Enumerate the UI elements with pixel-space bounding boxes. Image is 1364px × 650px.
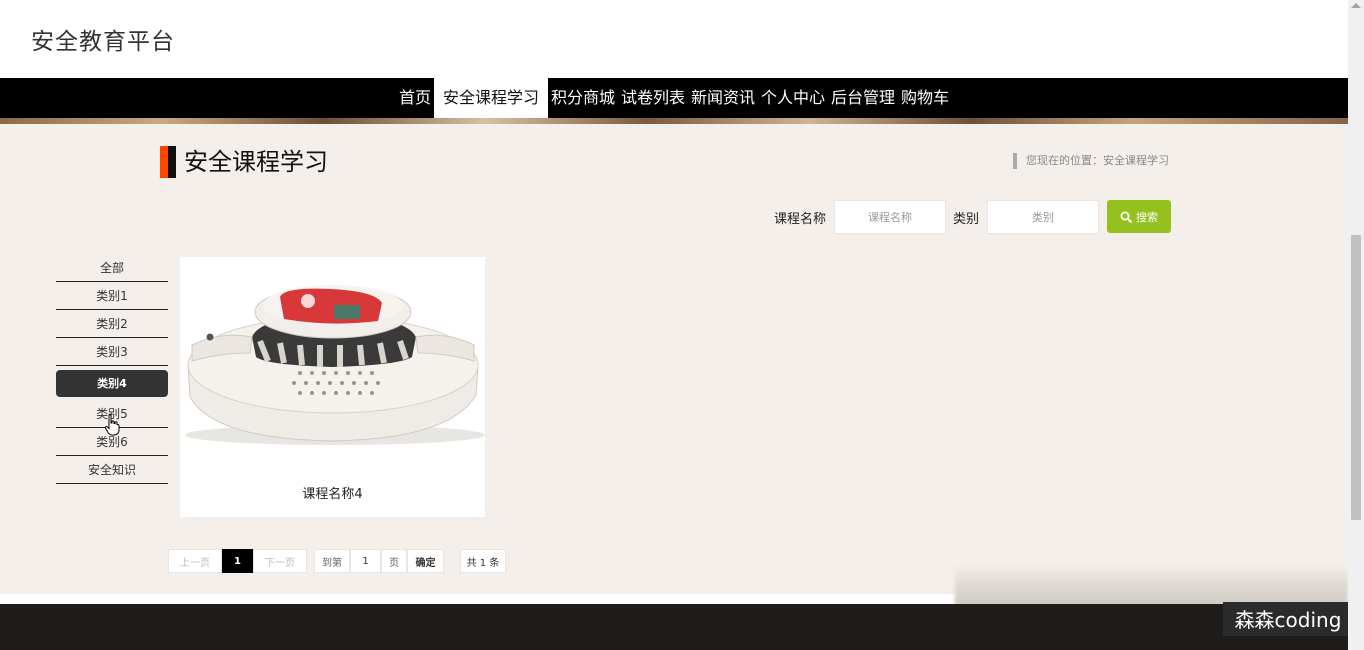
current-page-button[interactable]: 1	[222, 549, 253, 573]
category-item-4[interactable]: 类别4	[56, 370, 168, 397]
confirm-page-button[interactable]: 确定	[407, 549, 444, 573]
nav-item-news[interactable]: 新闻资讯	[688, 78, 758, 118]
category-label: 类别	[953, 212, 980, 227]
footer	[0, 604, 1348, 650]
page-unit-label: 页	[381, 549, 407, 573]
scrollbar-thumb[interactable]	[1351, 235, 1361, 520]
category-item-all[interactable]: 全部	[56, 255, 168, 282]
smoke-detector-image	[180, 257, 485, 447]
page-title: 安全课程学习	[184, 148, 328, 176]
nav-item-points-mall[interactable]: 积分商城	[548, 78, 618, 118]
nav-item-home[interactable]: 首页	[396, 78, 434, 118]
course-name-label: 课程名称	[774, 212, 827, 227]
scroll-up-arrow-icon[interactable]	[1351, 3, 1361, 8]
search-button[interactable]: 搜索	[1107, 200, 1171, 233]
banner-image-strip	[0, 118, 1348, 124]
goto-label: 到第	[314, 549, 350, 573]
footer-divider	[0, 594, 955, 604]
category-item-1[interactable]: 类别1	[56, 283, 168, 310]
nav-item-courses[interactable]: 安全课程学习	[433, 78, 548, 118]
nav-item-cart[interactable]: 购物车	[898, 78, 952, 118]
course-name-input[interactable]	[834, 200, 946, 234]
site-title[interactable]: 安全教育平台	[31, 22, 175, 56]
course-card[interactable]: 课程名称4	[180, 257, 485, 517]
category-input[interactable]	[987, 200, 1099, 234]
nav-item-admin[interactable]: 后台管理	[828, 78, 898, 118]
total-count: 共 1 条	[460, 549, 506, 573]
header: 安全教育平台	[0, 0, 1348, 78]
category-item-safety-knowledge[interactable]: 安全知识	[56, 457, 168, 484]
category-item-2[interactable]: 类别2	[56, 311, 168, 338]
main-nav: 首页 安全课程学习 积分商城 试卷列表 新闻资讯 个人中心 后台管理 购物车	[0, 78, 1348, 118]
goto-page-input[interactable]: 1	[350, 549, 381, 573]
watermark: 森森coding	[1223, 602, 1353, 636]
breadcrumb: 您现在的位置：安全课程学习	[1013, 153, 1169, 169]
nav-item-exam-list[interactable]: 试卷列表	[618, 78, 688, 118]
course-card-name[interactable]: 课程名称4	[180, 483, 485, 502]
prev-page-button[interactable]: 上一页	[168, 549, 222, 573]
hand-cursor-icon	[104, 414, 120, 436]
next-page-button[interactable]: 下一页	[253, 549, 307, 573]
nav-item-personal-center[interactable]: 个人中心	[758, 78, 828, 118]
category-item-3[interactable]: 类别3	[56, 339, 168, 366]
title-accent-mark	[160, 146, 176, 178]
search-button-label: 搜索	[1136, 210, 1158, 224]
search-icon	[1120, 211, 1132, 223]
